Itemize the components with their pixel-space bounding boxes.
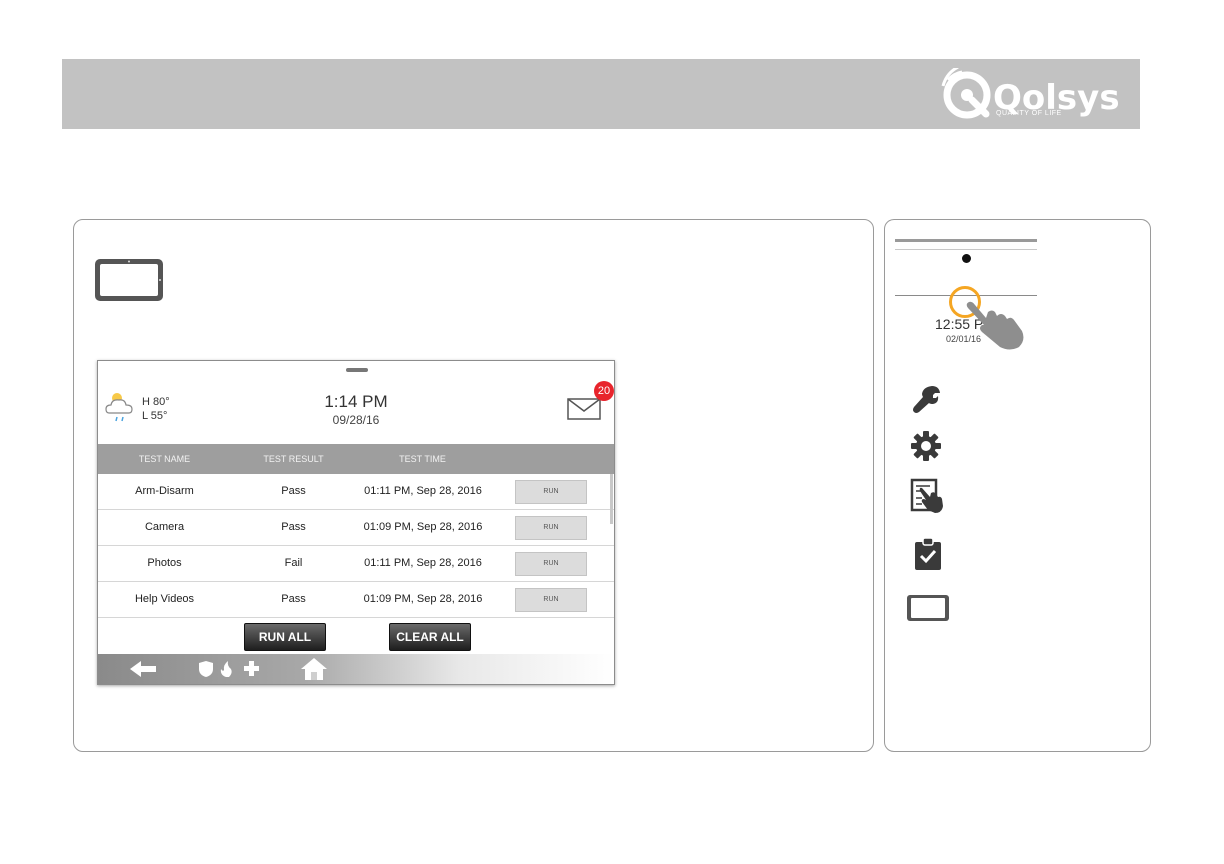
test-name: Photos [147, 557, 182, 569]
gear-icon [911, 431, 941, 461]
test-time: 01:09 PM, Sep 28, 2016 [363, 521, 483, 533]
test-time: 01:09 PM, Sep 28, 2016 [363, 593, 483, 605]
pulldown-divider [895, 249, 1037, 250]
logo-tagline: QUALITY OF LIFE [996, 110, 1062, 117]
run-button[interactable]: RUN [515, 588, 587, 612]
back-arrow-icon[interactable] [128, 659, 158, 679]
pulldown-handle[interactable] [346, 368, 368, 372]
table-row: Arm-Disarm Pass 01:11 PM, Sep 28, 2016 R… [98, 474, 614, 510]
column-test-name: TEST NAME [138, 454, 191, 464]
clipboard-check-icon [915, 537, 941, 570]
tablet-icon [907, 595, 949, 621]
test-name: Help Videos [134, 593, 195, 605]
hand-pointer-icon [966, 301, 1024, 350]
test-time: 01:11 PM, Sep 28, 2016 [364, 485, 482, 497]
run-button[interactable]: RUN [515, 552, 587, 576]
clock-time: 1:14 PM [324, 392, 388, 411]
test-table: Arm-Disarm Pass 01:11 PM, Sep 28, 2016 R… [98, 474, 614, 618]
message-count-badge: 20 [594, 381, 614, 401]
tablet-icon [95, 259, 163, 301]
emergency-icons[interactable] [198, 660, 260, 678]
touch-panel-icon [910, 478, 943, 513]
test-name: Arm-Disarm [135, 485, 194, 497]
bottom-nav-bar [98, 654, 614, 684]
run-button[interactable]: RUN [515, 516, 587, 540]
panel-screen: H 80° L 55° 1:14 PM 09/28/16 20 TEST NAM… [97, 360, 615, 685]
table-header: TEST NAME TEST RESULT TEST TIME [98, 444, 614, 474]
table-row: Camera Pass 01:09 PM, Sep 28, 2016 RUN [98, 510, 614, 546]
table-row: Help Videos Pass 01:09 PM, Sep 28, 2016 … [98, 582, 614, 618]
column-test-result: TEST RESULT [263, 454, 324, 464]
home-icon[interactable] [300, 657, 328, 681]
run-all-button[interactable]: RUN ALL [244, 623, 326, 651]
clock-date: 09/28/16 [332, 413, 380, 427]
table-row: Photos Fail 01:11 PM, Sep 28, 2016 RUN [98, 546, 614, 582]
test-name: Camera [144, 521, 185, 533]
run-button[interactable]: RUN [515, 480, 587, 504]
wrench-icon [913, 386, 940, 413]
column-test-time: TEST TIME [399, 454, 446, 464]
clear-all-button[interactable]: CLEAR ALL [389, 623, 471, 651]
pulldown-bar [895, 239, 1037, 242]
scrollbar[interactable] [610, 474, 613, 524]
test-time: 01:11 PM, Sep 28, 2016 [364, 557, 482, 569]
mail-icon[interactable] [567, 398, 601, 420]
camera-dot [962, 254, 971, 263]
